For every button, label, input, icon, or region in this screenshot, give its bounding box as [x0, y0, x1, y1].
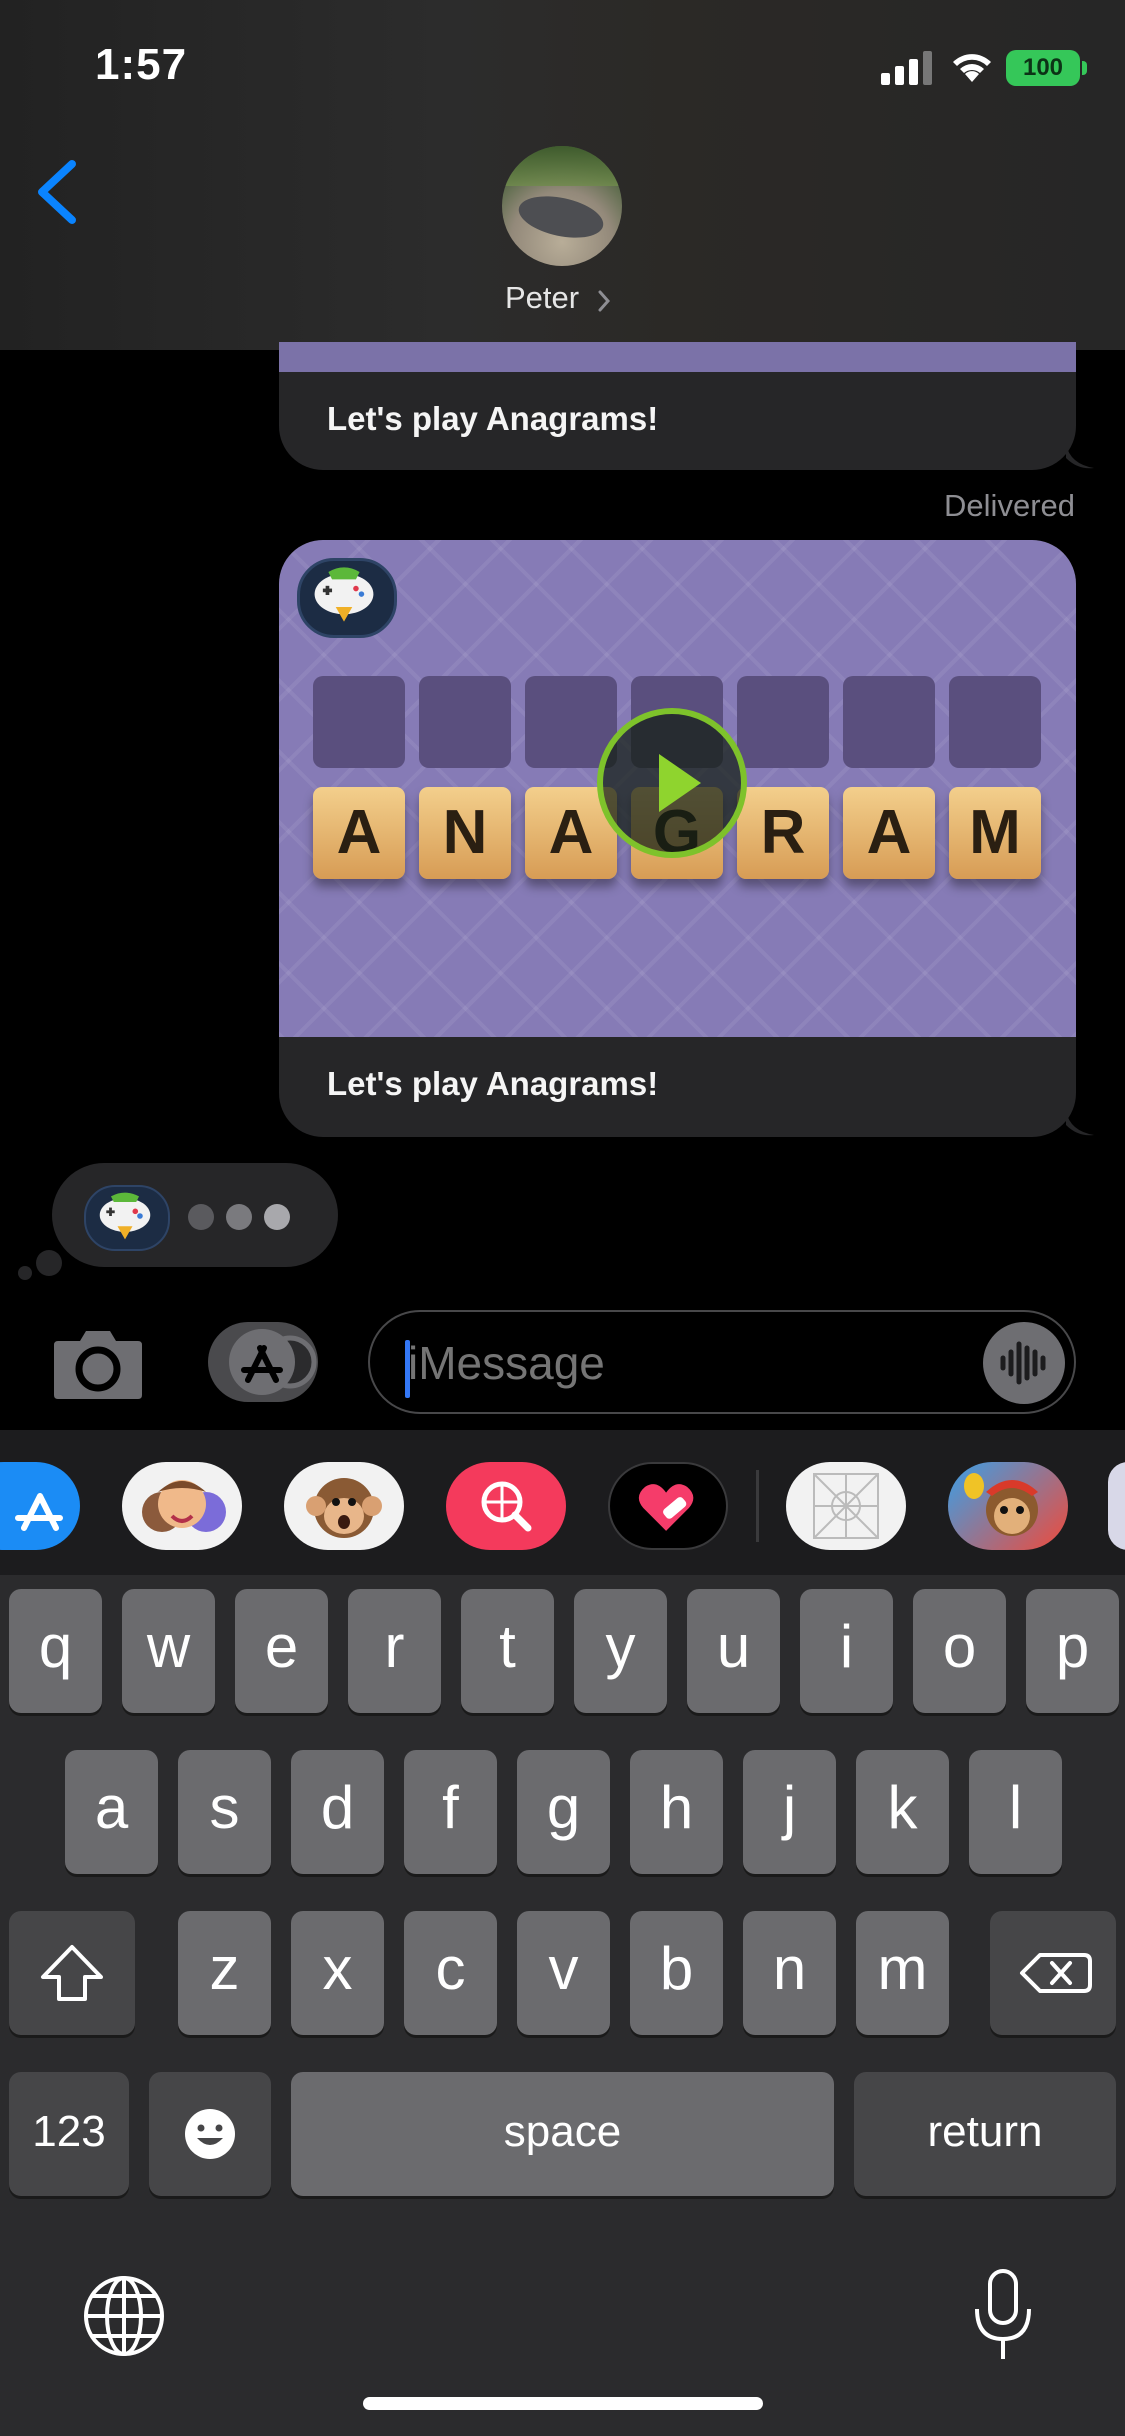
key-p[interactable]: p	[1026, 1589, 1119, 1713]
key-x[interactable]: x	[291, 1911, 384, 2035]
more-apps-icon[interactable]	[1108, 1462, 1125, 1550]
key-o[interactable]: o	[913, 1589, 1006, 1713]
key-c[interactable]: c	[404, 1911, 497, 2035]
battery-nub	[1082, 61, 1087, 75]
empty-slot	[949, 676, 1041, 768]
audio-message-button[interactable]	[983, 1322, 1065, 1404]
space-key[interactable]: space	[291, 2072, 834, 2196]
typing-bubble-tail	[18, 1266, 32, 1280]
bloons-game-app-icon[interactable]	[948, 1462, 1068, 1550]
key-s[interactable]: s	[178, 1750, 271, 1874]
status-time: 1:57	[95, 40, 188, 89]
key-e[interactable]: e	[235, 1589, 328, 1713]
contact-avatar[interactable]	[502, 146, 622, 266]
key-d[interactable]: d	[291, 1750, 384, 1874]
game-caption: Let's play Anagrams!	[327, 1065, 659, 1102]
imessage-input[interactable]	[408, 1336, 968, 1390]
key-m[interactable]: m	[856, 1911, 949, 2035]
memoji-stickers-icon[interactable]	[122, 1462, 242, 1550]
previous-caption: Let's play Anagrams!	[327, 400, 659, 437]
key-g[interactable]: g	[517, 1750, 610, 1874]
letter-tile: A	[843, 787, 935, 879]
key-w[interactable]: w	[122, 1589, 215, 1713]
backspace-icon	[1020, 1953, 1092, 1993]
typing-dot	[226, 1204, 252, 1230]
key-k[interactable]: k	[856, 1750, 949, 1874]
game-pigeon-app-icon	[84, 1185, 170, 1251]
shift-icon	[41, 1945, 103, 2001]
cellular-signal-icon	[881, 51, 933, 85]
return-key[interactable]: return	[854, 2072, 1116, 2196]
game-pigeon-app-icon	[297, 558, 397, 638]
empty-slot	[313, 676, 405, 768]
key-b[interactable]: b	[630, 1911, 723, 2035]
typing-dot	[188, 1204, 214, 1230]
home-indicator[interactable]	[363, 2397, 763, 2410]
key-u[interactable]: u	[687, 1589, 780, 1713]
bubble-tail	[1066, 1111, 1094, 1136]
back-chevron-icon[interactable]	[28, 152, 88, 232]
key-y[interactable]: y	[574, 1589, 667, 1713]
imessage-app-drawer	[0, 1430, 1125, 1575]
previous-game-bubble[interactable]: Let's play Anagrams!	[279, 342, 1076, 470]
typing-indicator	[52, 1163, 338, 1267]
empty-slot	[737, 676, 829, 768]
keyboard: q w e r t y u i o p a s d f g h j k l z …	[0, 1575, 1125, 2436]
camera-icon[interactable]	[50, 1325, 146, 1401]
bubble-tail	[1066, 444, 1094, 469]
typing-bubble-tail	[36, 1250, 62, 1276]
key-r[interactable]: r	[348, 1589, 441, 1713]
delete-key[interactable]	[990, 1911, 1116, 2035]
letter-tile: R	[737, 787, 829, 879]
typing-dot	[264, 1204, 290, 1230]
key-l[interactable]: l	[969, 1750, 1062, 1874]
play-icon[interactable]	[597, 708, 747, 858]
empty-slot	[419, 676, 511, 768]
key-i[interactable]: i	[800, 1589, 893, 1713]
contact-name[interactable]: Peter	[505, 280, 579, 316]
digital-touch-icon[interactable]	[608, 1462, 728, 1550]
delivered-status: Delivered	[944, 488, 1075, 523]
key-a[interactable]: a	[65, 1750, 158, 1874]
emoji-icon	[185, 2109, 235, 2159]
letter-tile: M	[949, 787, 1041, 879]
key-z[interactable]: z	[178, 1911, 271, 2035]
numbers-key[interactable]: 123	[9, 2072, 129, 2196]
battery-icon: 100	[1006, 50, 1080, 86]
anagrams-preview-image: A N A G R A M	[279, 540, 1076, 1037]
letter-tile: N	[419, 787, 511, 879]
wifi-icon	[953, 54, 991, 82]
chevron-right-icon[interactable]	[596, 288, 612, 314]
animoji-monkey-icon[interactable]	[284, 1462, 404, 1550]
letter-tile: A	[313, 787, 405, 879]
globe-icon[interactable]	[78, 2270, 170, 2362]
app-store-button[interactable]	[208, 1322, 318, 1402]
key-j[interactable]: j	[743, 1750, 836, 1874]
key-v[interactable]: v	[517, 1911, 610, 2035]
empty-slot	[843, 676, 935, 768]
shift-key[interactable]	[9, 1911, 135, 2035]
search-images-icon[interactable]	[446, 1462, 566, 1550]
dictation-mic-icon[interactable]	[965, 2265, 1041, 2365]
game-board-app-icon[interactable]	[786, 1462, 906, 1550]
key-q[interactable]: q	[9, 1589, 102, 1713]
app-store-app-icon[interactable]	[0, 1462, 80, 1550]
key-n[interactable]: n	[743, 1911, 836, 2035]
anagrams-game-bubble[interactable]: A N A G R A M Let's play Anagrams!	[279, 540, 1076, 1137]
key-f[interactable]: f	[404, 1750, 497, 1874]
emoji-key[interactable]	[149, 2072, 271, 2196]
drawer-separator	[756, 1470, 759, 1542]
key-t[interactable]: t	[461, 1589, 554, 1713]
key-h[interactable]: h	[630, 1750, 723, 1874]
